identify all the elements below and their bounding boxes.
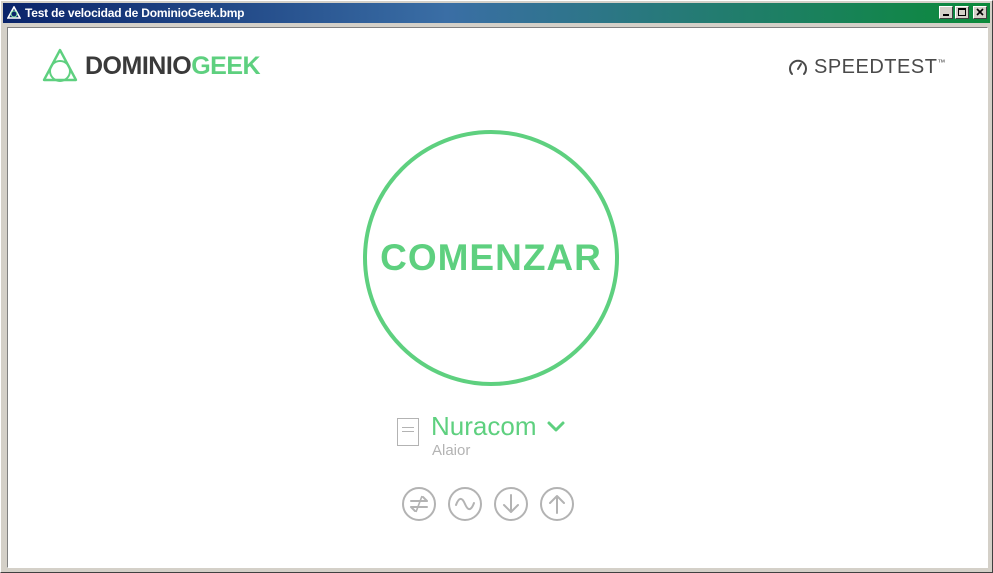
- app-icon: [7, 6, 21, 19]
- start-test-label: COMENZAR: [380, 237, 602, 278]
- document-icon: [397, 418, 419, 446]
- start-test-button[interactable]: COMENZAR: [363, 130, 619, 386]
- ping-wave-icon[interactable]: [447, 486, 483, 522]
- chevron-down-icon: [547, 421, 565, 431]
- gauge-icon: [789, 59, 807, 75]
- close-icon: [976, 8, 984, 16]
- dominiogeek-logo[interactable]: DOMINIOGEEK: [41, 46, 261, 86]
- window-title: Test de velocidad de DominioGeek.bmp: [25, 6, 245, 20]
- logo-text-geek: GEEK: [191, 51, 261, 80]
- logo-text-dominio: DOMINIO: [85, 51, 192, 80]
- download-icon[interactable]: [493, 486, 529, 522]
- server-location: Alaior: [432, 442, 471, 459]
- minimize-icon: [943, 14, 949, 16]
- close-button[interactable]: [973, 6, 987, 19]
- title-bar[interactable]: Test de velocidad de DominioGeek.bmp: [3, 3, 990, 23]
- trademark-mark: ™: [937, 58, 946, 67]
- server-selector[interactable]: Nuracom: [431, 411, 566, 442]
- upload-icon[interactable]: [539, 486, 575, 522]
- logo-text: DOMINIOGEEK: [85, 51, 261, 81]
- maximize-icon: [958, 8, 966, 16]
- speedtest-brand[interactable]: SPEEDTEST ™: [788, 56, 945, 79]
- maximize-button[interactable]: [955, 6, 969, 19]
- logo-triangle-icon: [42, 48, 78, 82]
- minimize-button[interactable]: [939, 6, 953, 19]
- server-name: Nuracom: [431, 411, 537, 441]
- speedtest-label: SPEEDTEST: [814, 56, 938, 78]
- connections-icon[interactable]: [401, 486, 437, 522]
- result-icons-row: [401, 486, 575, 522]
- app-window: Test de velocidad de DominioGeek.bmp DOM…: [0, 0, 993, 573]
- speedtest-panel: DOMINIOGEEK SPEEDTEST ™ COMENZAR Nuracom…: [7, 27, 988, 568]
